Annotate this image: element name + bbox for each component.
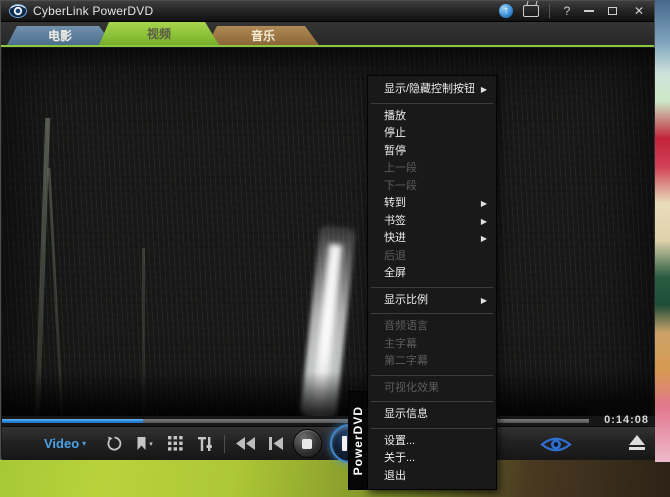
submenu-arrow-icon: ▶ [481,195,487,213]
menu-item-go-to[interactable]: 转到▶ [368,195,496,213]
menu-item-visualizations: 可视化效果 [368,380,496,398]
video-vignette [2,48,655,416]
tab-video-active[interactable]: 视频 [99,22,219,45]
menu-separator [371,287,493,288]
stop-icon [302,439,312,449]
menu-item-pause[interactable]: 暂停 [368,143,496,161]
close-button[interactable]: ✕ [632,4,646,18]
powerdvd-banner-label: PowerDVD [351,406,365,475]
settings-sliders-icon[interactable] [197,436,212,452]
bookmark-dropdown-icon[interactable]: ▾ [136,436,153,451]
window-title: CyberLink PowerDVD [33,4,153,18]
stop-button[interactable] [293,429,322,458]
tab-movies[interactable]: 电影 [7,26,113,45]
context-menu: 显示/隐藏控制按钮▶ 播放 停止 暂停 上一段 下一段 转到▶ 书签▶ 快进▶ … [367,75,497,490]
menu-separator [371,103,493,104]
help-button[interactable]: ? [560,4,574,18]
restore-button[interactable] [608,7,622,15]
menu-separator [371,401,493,402]
menu-item-exit[interactable]: 退出 [368,468,496,486]
active-tab-underline [1,45,654,47]
source-selector-dropdown[interactable]: Video ▾ [44,436,86,451]
tv-mode-icon[interactable] [523,5,539,17]
menu-item-primary-subtitles: 主字幕 [368,336,496,354]
minimize-icon [584,10,594,12]
titlebar: CyberLink PowerDVD ↑ ? ✕ [1,1,654,22]
pause-icon [342,436,347,451]
menu-item-play[interactable]: 播放 [368,108,496,126]
menu-item-previous-segment: 上一段 [368,160,496,178]
upgrade-icon[interactable]: ↑ [499,4,513,18]
submenu-arrow-icon: ▶ [481,81,487,99]
rewind-button[interactable] [236,437,256,450]
seek-bar-fill [2,419,143,423]
minimize-button[interactable] [584,10,598,12]
truetheater-eye-icon[interactable] [540,436,572,453]
menu-item-settings[interactable]: 设置... [368,433,496,451]
menu-item-next-segment: 下一段 [368,178,496,196]
menu-separator [371,375,493,376]
menu-item-show-hide-controls[interactable]: 显示/隐藏控制按钮▶ [368,81,496,99]
menu-item-fullscreen[interactable]: 全屏 [368,265,496,283]
powerdvd-window: CyberLink PowerDVD ↑ ? ✕ 电影 音乐 视频 [0,0,655,460]
desktop: CyberLink PowerDVD ↑ ? ✕ 电影 音乐 视频 [0,0,670,497]
eject-button[interactable] [629,435,645,450]
eject-icon-bar [629,447,645,450]
progress-row: 0:14:08 [2,416,655,426]
controls-divider [224,435,225,453]
menu-item-audio-language: 音频语言 [368,318,496,336]
tab-bar: 电影 音乐 视频 [1,22,654,47]
source-selector-label: Video [44,436,79,451]
restore-icon [608,7,617,15]
chevron-down-icon: ▾ [149,440,153,448]
menu-item-fast-forward[interactable]: 快进▶ [368,230,496,248]
tab-music[interactable]: 音乐 [207,26,319,45]
menu-item-bookmarks[interactable]: 书签▶ [368,213,496,231]
menu-item-show-information[interactable]: 显示信息 [368,406,496,424]
submenu-arrow-icon: ▶ [481,230,487,248]
menu-item-rewind: 后退 [368,248,496,266]
menu-item-stop[interactable]: 停止 [368,125,496,143]
powerdvd-logo-icon [9,4,27,18]
grid-menu-icon[interactable] [168,436,183,451]
repeat-icon[interactable] [106,435,123,452]
menu-item-secondary-subtitles: 第二字幕 [368,353,496,371]
control-bar: Video ▾ ▾ [2,426,655,460]
submenu-arrow-icon: ▶ [481,292,487,310]
powerdvd-menu-banner: PowerDVD [348,391,368,490]
desktop-wallpaper-right-strip [655,0,670,462]
menu-item-aspect-ratio[interactable]: 显示比例▶ [368,292,496,310]
eject-icon [629,435,645,445]
video-playback-surface[interactable] [2,48,655,416]
titlebar-divider [549,4,550,18]
menu-item-about[interactable]: 关于... [368,450,496,468]
time-display: 0:14:08 [604,414,649,426]
seek-bar[interactable] [2,419,589,423]
chevron-down-icon: ▾ [82,439,86,448]
menu-separator [371,313,493,314]
previous-button[interactable] [269,437,283,450]
submenu-arrow-icon: ▶ [481,213,487,231]
menu-separator [371,428,493,429]
